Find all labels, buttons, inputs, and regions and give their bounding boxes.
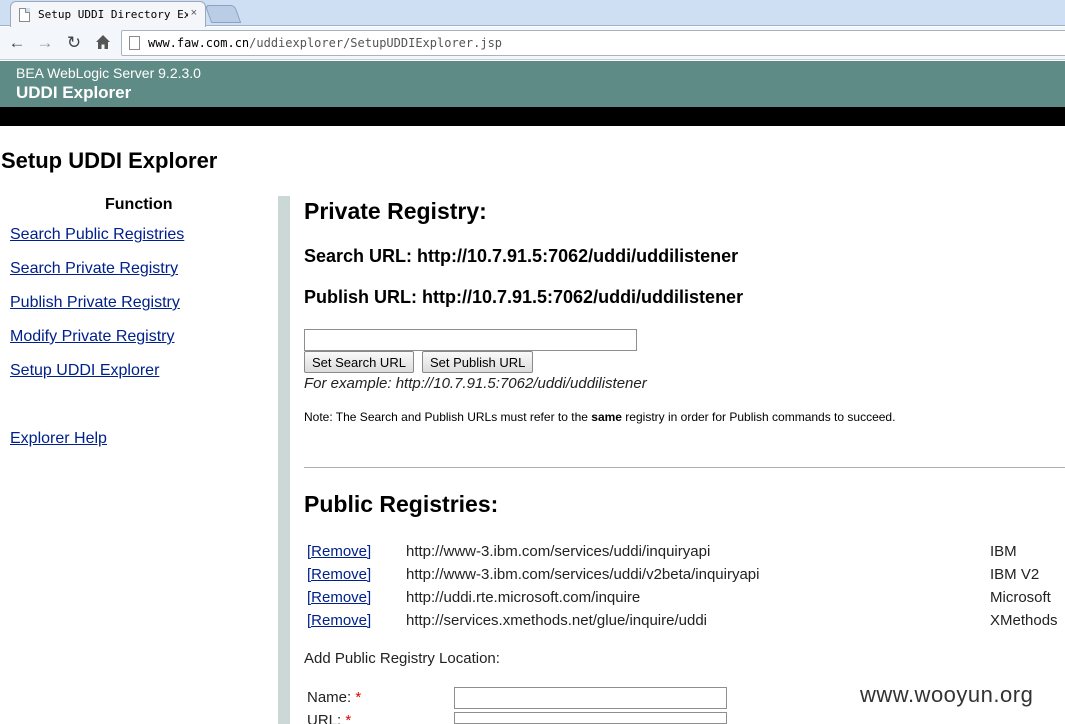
registry-url: http://services.xmethods.net/glue/inquir… <box>406 612 708 629</box>
page-title: Setup UDDI Explorer <box>1 148 218 173</box>
reload-icon[interactable]: ↻ <box>63 33 85 53</box>
registry-url: http://www-3.ibm.com/services/uddi/inqui… <box>406 543 711 560</box>
nav-link-search-private[interactable]: Search Private Registry <box>10 260 178 278</box>
forward-arrow-icon[interactable]: → <box>34 33 56 53</box>
remove-link[interactable]: [Remove] <box>307 589 371 606</box>
registry-name: XMethods <box>990 612 1058 629</box>
registry-name: IBM <box>990 543 1017 560</box>
name-field-label: Name: * <box>307 689 362 706</box>
example-text: For example: http://10.7.91.5:7062/uddi/… <box>304 375 647 392</box>
sidebar-divider <box>278 196 290 724</box>
required-mark: * <box>345 712 352 724</box>
registry-name: IBM V2 <box>990 566 1040 583</box>
page-icon <box>19 7 30 22</box>
nav-link-setup[interactable]: Setup UDDI Explorer <box>10 362 159 380</box>
watermark: www.wooyun.org <box>860 682 1034 707</box>
registry-name-input[interactable] <box>454 687 727 709</box>
browser-tab-strip: Setup UDDI Directory Ex × <box>0 0 1065 27</box>
public-registries-heading: Public Registries: <box>304 491 499 517</box>
product-name: BEA WebLogic Server 9.2.3.0 <box>16 65 201 81</box>
private-registry-heading: Private Registry: <box>304 198 487 224</box>
registry-url-input[interactable] <box>304 329 637 351</box>
browser-toolbar: ← → ↻ www.faw.com.cn/uddiexplorer/SetupU… <box>0 27 1065 60</box>
address-text: www.faw.com.cn/uddiexplorer/SetupUDDIExp… <box>148 36 503 50</box>
set-publish-url-button[interactable]: Set Publish URL <box>422 351 534 373</box>
page-icon <box>129 36 140 50</box>
set-search-url-button[interactable]: Set Search URL <box>304 351 414 373</box>
back-arrow-icon[interactable]: ← <box>6 33 28 53</box>
home-icon[interactable] <box>92 33 114 53</box>
nav-link-publish-private[interactable]: Publish Private Registry <box>10 294 180 312</box>
address-bar[interactable]: www.faw.com.cn/uddiexplorer/SetupUDDIExp… <box>121 30 1065 56</box>
required-mark: * <box>355 689 362 706</box>
publish-url-text: Publish URL: http://10.7.91.5:7062/uddi/… <box>304 287 744 307</box>
url-field-label: URL: * <box>307 712 351 724</box>
section-divider <box>304 467 1065 468</box>
note-text: Note: The Search and Publish URLs must r… <box>304 410 896 424</box>
browser-tab[interactable]: Setup UDDI Directory Ex × <box>10 1 206 27</box>
remove-link[interactable]: [Remove] <box>307 612 371 629</box>
remove-link[interactable]: [Remove] <box>307 543 371 560</box>
app-header: BEA WebLogic Server 9.2.3.0 UDDI Explore… <box>0 61 1065 107</box>
new-tab-button[interactable] <box>204 5 242 23</box>
nav-link-help[interactable]: Explorer Help <box>10 430 107 448</box>
tab-title: Setup UDDI Directory Ex <box>38 8 188 21</box>
registry-name: Microsoft <box>990 589 1051 606</box>
registry-url: http://www-3.ibm.com/services/uddi/v2bet… <box>406 566 760 583</box>
nav-link-modify-private[interactable]: Modify Private Registry <box>10 328 175 346</box>
app-name: UDDI Explorer <box>16 83 132 102</box>
remove-link[interactable]: [Remove] <box>307 566 371 583</box>
add-registry-label: Add Public Registry Location: <box>304 650 500 667</box>
header-bar <box>0 107 1065 126</box>
registry-url-field[interactable] <box>454 712 727 724</box>
search-url-text: Search URL: http://10.7.91.5:7062/uddi/u… <box>304 246 739 266</box>
registry-url: http://uddi.rte.microsoft.com/inquire <box>406 589 641 606</box>
close-tab-icon[interactable]: × <box>191 7 197 19</box>
nav-link-search-public[interactable]: Search Public Registries <box>10 226 184 244</box>
nav-heading: Function <box>105 196 173 213</box>
